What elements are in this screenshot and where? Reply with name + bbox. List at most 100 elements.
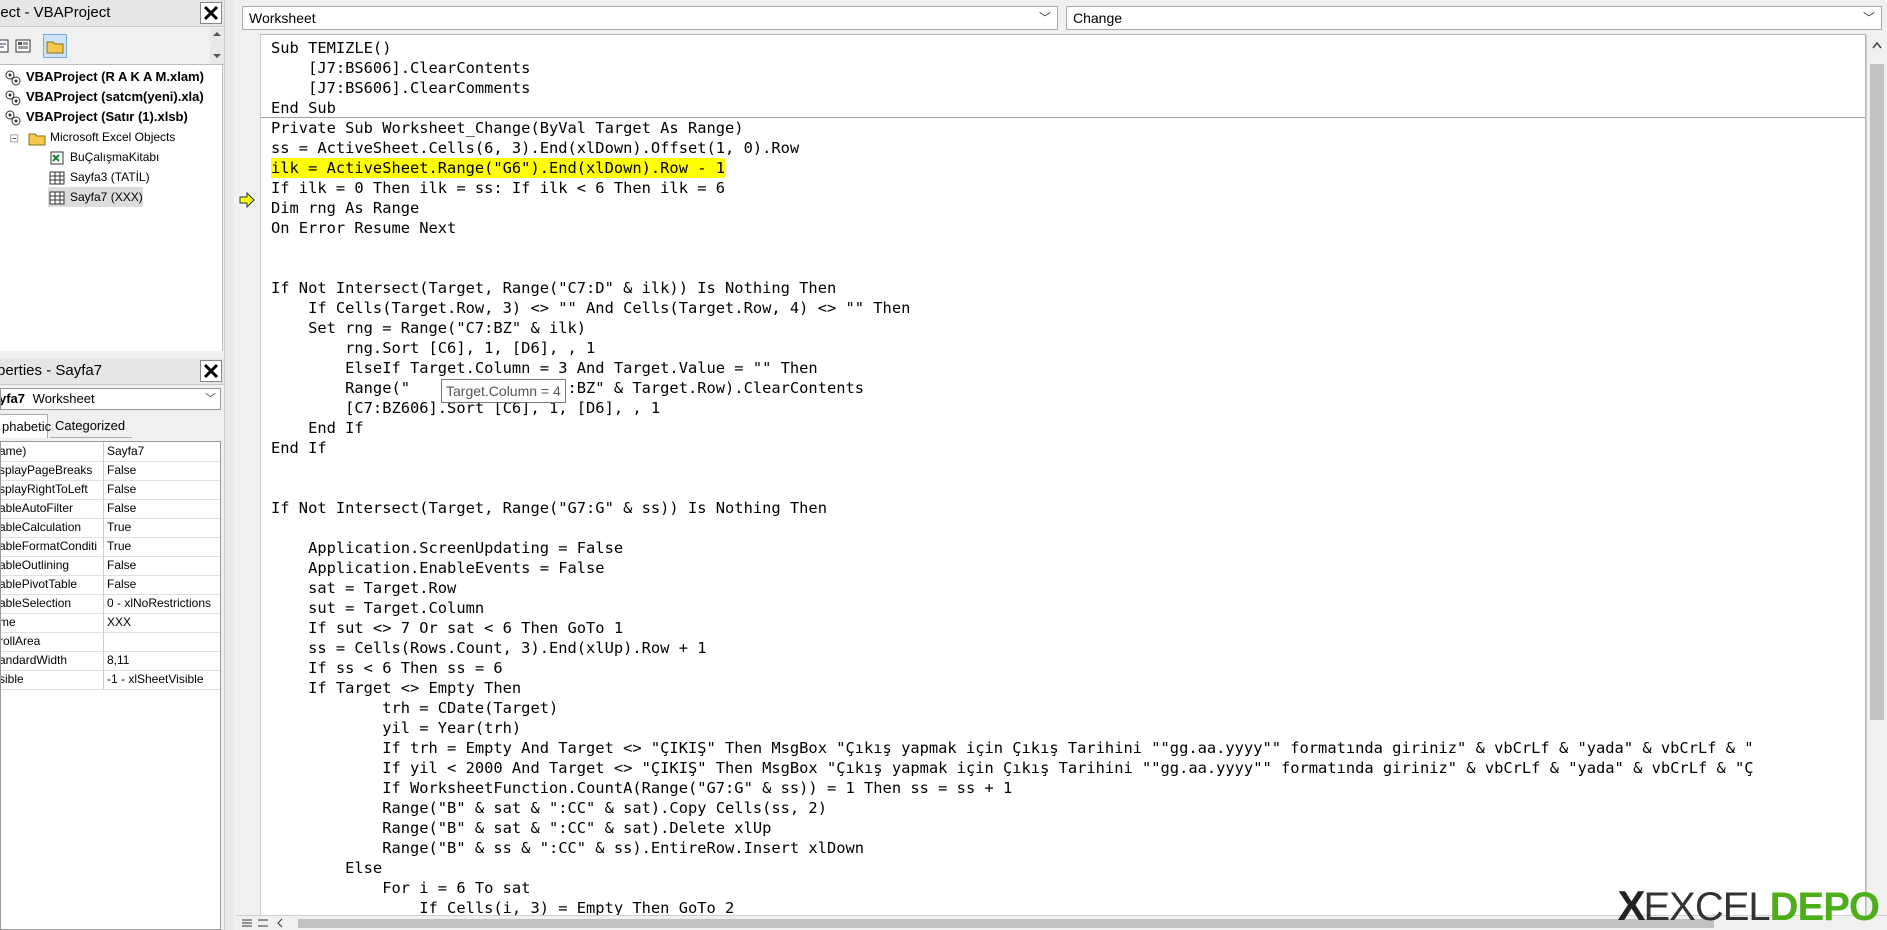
- property-row[interactable]: ableAutoFilter False: [1, 499, 220, 519]
- tree-item-sayfa7[interactable]: Sayfa7 (XXX): [48, 187, 143, 207]
- code-line[interactable]: If ss < 6 Then ss = 6: [271, 658, 503, 678]
- code-line[interactable]: End If: [271, 418, 364, 438]
- code-line[interactable]: End Sub: [271, 98, 336, 118]
- property-row[interactable]: ame) Sayfa7: [1, 442, 220, 462]
- properties-object-select[interactable]: yfa7 Worksheet ﹀: [0, 388, 221, 410]
- vba-project-icon: [5, 90, 21, 106]
- view-object-icon: [15, 39, 31, 53]
- scroll-up-icon[interactable]: [1867, 34, 1887, 58]
- properties-grid: ame) Sayfa7 splayPageBreaks False splayRig…: [0, 441, 221, 930]
- tree-item-satir-xlsb[interactable]: VBAProject (Satır (1).xlsb): [4, 107, 188, 127]
- code-line[interactable]: ilk = ActiveSheet.Range("G6").End(xlDown…: [271, 158, 726, 178]
- code-line[interactable]: For i = 6 To sat: [271, 878, 530, 898]
- property-row[interactable]: ableCalculation True: [1, 518, 220, 538]
- code-line[interactable]: End If: [271, 438, 327, 458]
- close-icon: [203, 363, 219, 379]
- chevron-down-icon: ﹀: [1038, 11, 1051, 25]
- code-line[interactable]: If ilk = 0 Then ilk = ss: If ilk < 6 The…: [271, 178, 725, 198]
- vba-project-icon: [5, 110, 21, 126]
- tree-item-excel-objects[interactable]: Microsoft Excel Objects: [10, 127, 175, 147]
- code-line[interactable]: If WorksheetFunction.CountA(Range("G7:G"…: [271, 778, 1012, 798]
- horizontal-scroll-thumb[interactable]: [298, 919, 1714, 928]
- toggle-folders-button[interactable]: [43, 34, 67, 58]
- project-tree: VBAProject (R A K A M.xlam) VBAProject (…: [0, 65, 223, 351]
- code-line[interactable]: rng.Sort [C6], 1, [D6], , 1: [271, 338, 595, 358]
- code-line[interactable]: Dim rng As Range: [271, 198, 419, 218]
- properties-tabs: phabetic Categorized: [0, 414, 224, 438]
- code-line[interactable]: Range("B" & ss & ":CC" & ss).EntireRow.I…: [271, 838, 864, 858]
- code-line[interactable]: If yil < 2000 And Target <> "ÇIKIŞ" Then…: [271, 758, 1753, 778]
- folder-icon: [46, 41, 64, 54]
- code-line[interactable]: ss = ActiveSheet.Cells(6, 3).End(xlDown)…: [271, 138, 799, 158]
- code-line[interactable]: ss = Cells(Rows.Count, 3).End(xlUp).Row …: [271, 638, 706, 658]
- tree-item-satcm-xla[interactable]: VBAProject (satcm(yeni).xla): [4, 87, 204, 107]
- code-line[interactable]: If sut <> 7 Or sat < 6 Then GoTo 1: [271, 618, 623, 638]
- property-row[interactable]: splayRightToLeft False: [1, 480, 220, 500]
- data-tip-tooltip: Target.Column = 4: [441, 379, 566, 403]
- chevron-down-icon: ﹀: [1862, 11, 1875, 25]
- property-row[interactable]: sible -1 - xlSheetVisible: [1, 670, 220, 690]
- code-line[interactable]: ElseIf Target.Column = 3 And Target.Valu…: [271, 358, 818, 378]
- object-combo[interactable]: Worksheet ﹀: [242, 6, 1058, 30]
- code-line[interactable]: sut = Target.Column: [271, 598, 484, 618]
- procedure-combo[interactable]: Change ﹀: [1066, 6, 1882, 30]
- code-line[interactable]: Application.ScreenUpdating = False: [271, 538, 623, 558]
- code-line[interactable]: Application.EnableEvents = False: [271, 558, 605, 578]
- tab-categorized[interactable]: Categorized: [50, 414, 132, 438]
- scroll-arrows-icon: [213, 32, 221, 58]
- property-row[interactable]: ableFormatConditi True: [1, 537, 220, 557]
- code-window: Worksheet ﹀ Change ﹀ Sub TEMIZLE() [J7:B…: [236, 0, 1887, 930]
- code-line[interactable]: Range("B" & sat & ":CC" & sat).Delete xl…: [271, 818, 771, 838]
- code-line[interactable]: If Not Intersect(Target, Range("C7:D" & …: [271, 278, 836, 298]
- property-row[interactable]: andardWidth 8,11: [1, 651, 220, 671]
- property-row[interactable]: rollArea: [1, 632, 220, 652]
- code-line[interactable]: Range(" ow & ":BZ" & Target.Row).ClearCo…: [271, 378, 864, 398]
- view-object-button[interactable]: [12, 34, 36, 58]
- property-row[interactable]: ableOutlining False: [1, 556, 220, 576]
- code-editor[interactable]: Sub TEMIZLE() [J7:BS606].ClearContents […: [260, 34, 1866, 918]
- vertical-scroll-thumb[interactable]: [1870, 64, 1884, 720]
- vba-project-icon: [5, 70, 21, 86]
- workbook-icon: [50, 151, 64, 165]
- margin-indicator-bar[interactable]: [236, 34, 261, 916]
- vertical-scrollbar[interactable]: [1866, 34, 1887, 916]
- code-line[interactable]: [J7:BS606].ClearContents: [271, 58, 530, 78]
- code-line[interactable]: On Error Resume Next: [271, 218, 456, 238]
- code-line[interactable]: sat = Target.Row: [271, 578, 456, 598]
- sheet-icon: [49, 191, 65, 205]
- excel-depo-watermark: XEXCELDEPO: [1617, 882, 1880, 929]
- tab-alphabetic[interactable]: phabetic: [0, 414, 51, 438]
- code-line[interactable]: Else: [271, 858, 382, 878]
- dock-splitter[interactable]: [224, 0, 233, 930]
- code-line[interactable]: trh = CDate(Target): [271, 698, 558, 718]
- code-line[interactable]: yil = Year(trh): [271, 718, 521, 738]
- code-line[interactable]: Sub TEMIZLE(): [271, 38, 391, 58]
- execution-pointer-icon: [239, 191, 255, 209]
- property-row[interactable]: me XXX: [1, 613, 220, 633]
- tree-item-sayfa3[interactable]: Sayfa3 (TATİL): [48, 167, 150, 187]
- code-line[interactable]: Private Sub Worksheet_Change(ByVal Targe…: [271, 118, 744, 138]
- chevron-down-icon: ﹀: [205, 393, 216, 405]
- property-row[interactable]: ablePivotTable False: [1, 575, 220, 595]
- close-properties-button[interactable]: [200, 360, 222, 382]
- code-line[interactable]: [J7:BS606].ClearComments: [271, 78, 530, 98]
- tree-item-rakam-xlam[interactable]: VBAProject (R A K A M.xlam): [4, 67, 204, 87]
- project-toolbar: [0, 28, 224, 65]
- code-line[interactable]: Range("B" & sat & ":CC" & sat).Copy Cell…: [271, 798, 827, 818]
- project-explorer-title: ject - VBAProject: [0, 0, 224, 27]
- view-toggle-icons[interactable]: [238, 916, 288, 930]
- tree-scrollbar[interactable]: [210, 28, 224, 64]
- code-line[interactable]: If Target <> Empty Then: [271, 678, 521, 698]
- folder-icon: [28, 133, 46, 146]
- property-row[interactable]: splayPageBreaks False: [1, 461, 220, 481]
- property-row[interactable]: ableSelection 0 - xlNoRestrictions: [1, 594, 220, 614]
- code-line[interactable]: If Cells(Target.Row, 3) <> "" And Cells(…: [271, 298, 910, 318]
- code-line[interactable]: If trh = Empty And Target <> "ÇIKIŞ" The…: [271, 738, 1753, 758]
- code-line[interactable]: Set rng = Range("C7:BZ" & ilk): [271, 318, 586, 338]
- close-icon: [203, 5, 219, 21]
- close-project-explorer-button[interactable]: [200, 2, 222, 24]
- collapse-icon: [10, 134, 19, 143]
- left-dock: ject - VBAProject VBAProject (R A K A M.…: [0, 0, 224, 930]
- code-line[interactable]: If Not Intersect(Target, Range("G7:G" & …: [271, 498, 827, 518]
- tree-item-bucalismakitabi[interactable]: BuÇalışmaKitabı: [48, 147, 159, 167]
